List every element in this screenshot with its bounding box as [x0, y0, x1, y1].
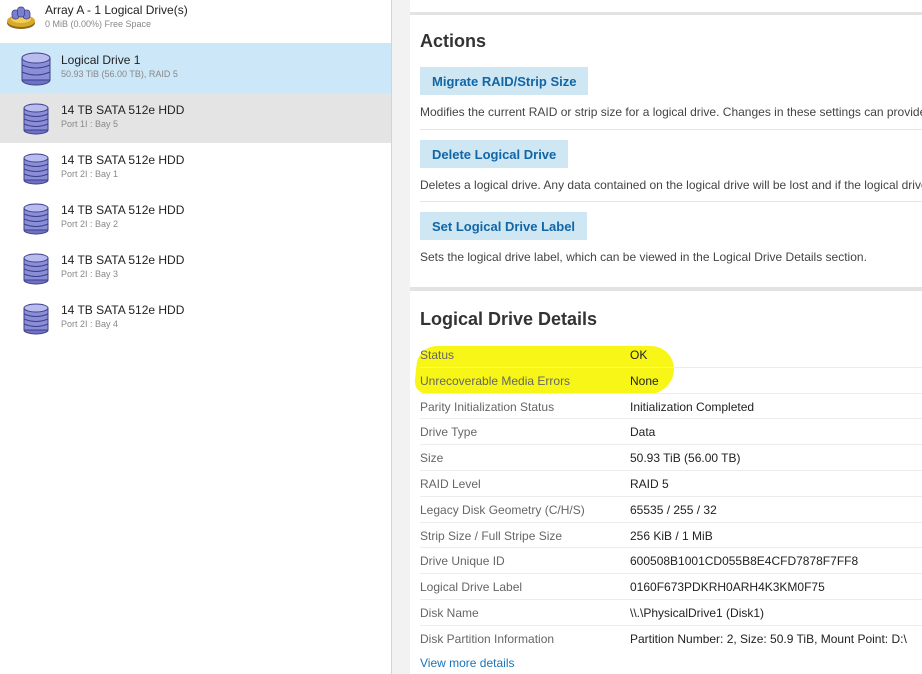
detail-key: Disk Name — [420, 605, 479, 620]
view-more-details-link[interactable]: View more details — [420, 656, 515, 670]
tree-item-title: 14 TB SATA 512e HDD — [61, 303, 185, 317]
detail-row-size: Size 50.93 TiB (56.00 TB) — [420, 445, 922, 471]
detail-key: Strip Size / Full Stripe Size — [420, 528, 563, 543]
tree-item-title: 14 TB SATA 512e HDD — [61, 153, 185, 167]
detail-key: Status — [420, 348, 455, 362]
detail-value: Initialization Completed — [630, 399, 755, 414]
detail-value: Data — [630, 425, 656, 440]
tree-item-subtitle: 50.93 TiB (56.00 TB), RAID 5 — [61, 69, 178, 79]
detail-key: Disk Partition Information — [420, 631, 555, 646]
tree-item-physical-drive[interactable]: 14 TB SATA 512e HDD Port 2I : Bay 3 — [0, 243, 391, 293]
detail-row-disk-name: Disk Name \\.\PhysicalDrive1 (Disk1) — [420, 600, 922, 626]
detail-value: 50.93 TiB (56.00 TB) — [630, 451, 741, 466]
tree-item-subtitle: Port 1I : Bay 5 — [61, 119, 119, 129]
tree-item-title: 14 TB SATA 512e HDD — [61, 253, 185, 267]
tree-item-physical-drive[interactable]: 14 TB SATA 512e HDD Port 2I : Bay 2 — [0, 193, 391, 243]
detail-row-status: Status OK — [420, 342, 922, 368]
detail-value: 256 KiB / 1 MiB — [630, 528, 713, 543]
detail-row-unique-id: Drive Unique ID 600508B1001CD055B8E4CFD78… — [420, 548, 922, 575]
tree-item-array-a[interactable]: Array A - 1 Logical Drive(s) 0 MiB (0.00… — [0, 0, 391, 40]
tree-item-title: 14 TB SATA 512e HDD — [61, 103, 185, 117]
tree-item-subtitle: 0 MiB (0.00%) Free Space — [45, 19, 152, 29]
detail-key: RAID Level — [420, 476, 481, 491]
hard-drive-icon — [23, 203, 49, 235]
hard-drive-icon — [23, 253, 49, 285]
tree-item-subtitle: Port 2I : Bay 3 — [61, 269, 119, 279]
detail-key: Size — [420, 451, 444, 466]
tree-item-title: Logical Drive 1 — [61, 53, 141, 67]
logical-drive-details-table: Status OK Unrecoverable Media Errors None … — [420, 342, 922, 651]
detail-row-partition: Disk Partition Information Partition Numb… — [420, 626, 922, 651]
detail-value: \\.\PhysicalDrive1 (Disk1) — [630, 605, 765, 620]
detail-value: None — [630, 373, 659, 388]
detail-value: 65535 / 255 / 32 — [630, 502, 717, 517]
details-table-layer: Status OK Unrecoverable Media Errors None … — [410, 0, 922, 674]
array-drives-icon — [7, 6, 35, 29]
logical-drive-icon — [21, 52, 51, 86]
hard-drive-icon — [23, 153, 49, 185]
detail-key: Legacy Disk Geometry (C/H/S) — [420, 502, 585, 517]
tree-item-subtitle: Port 2I : Bay 4 — [61, 319, 119, 329]
detail-value: OK — [630, 348, 648, 362]
tree-item-title: 14 TB SATA 512e HDD — [61, 203, 185, 217]
detail-value: 0160F673PDKRH0ARH4K3KM0F75 — [630, 580, 825, 595]
detail-key: Parity Initialization Status — [420, 399, 555, 414]
detail-value: RAID 5 — [630, 476, 669, 491]
detail-row-raid-level: RAID Level RAID 5 — [420, 471, 922, 497]
panel-gutter — [392, 0, 410, 674]
hard-drive-icon — [23, 303, 49, 335]
detail-row-drive-type: Drive Type Data — [420, 419, 922, 446]
hard-drive-icon — [23, 103, 49, 135]
tree-item-subtitle: Port 2I : Bay 2 — [61, 219, 119, 229]
detail-row-drive-label: Logical Drive Label 0160F673PDKRH0ARH4K3K… — [420, 574, 922, 600]
detail-value: Partition Number: 2, Size: 50.9 TiB, Mou… — [630, 631, 907, 646]
tree-item-logical-drive-1[interactable]: Logical Drive 1 50.93 TiB (56.00 TB), RA… — [0, 43, 391, 93]
tree-item-subtitle: Port 2I : Bay 1 — [61, 169, 119, 179]
detail-key: Logical Drive Label — [420, 580, 523, 595]
tree-item-physical-drive[interactable]: 14 TB SATA 512e HDD Port 2I : Bay 1 — [0, 143, 391, 193]
device-tree-panel: Array A - 1 Logical Drive(s) 0 MiB (0.00… — [0, 0, 392, 674]
detail-row-parity: Parity Initialization Status Initializati… — [420, 394, 922, 420]
tree-item-physical-drive[interactable]: 14 TB SATA 512e HDD Port 1I : Bay 5 — [0, 93, 391, 143]
detail-key: Drive Type — [420, 425, 478, 440]
tree-item-physical-drive[interactable]: 14 TB SATA 512e HDD Port 2I : Bay 4 — [0, 293, 391, 343]
detail-row-media-errors: Unrecoverable Media Errors None — [420, 368, 922, 394]
detail-value: 600508B1001CD055B8E4CFD7878F7FF8 — [630, 554, 859, 569]
tree-item-title: Array A - 1 Logical Drive(s) — [45, 3, 188, 17]
detail-key: Drive Unique ID — [420, 554, 505, 569]
detail-row-geometry: Legacy Disk Geometry (C/H/S) 65535 / 255 … — [420, 497, 922, 523]
detail-row-strip-size: Strip Size / Full Stripe Size 256 KiB / 1… — [420, 523, 922, 549]
detail-key: Unrecoverable Media Errors — [420, 373, 571, 388]
